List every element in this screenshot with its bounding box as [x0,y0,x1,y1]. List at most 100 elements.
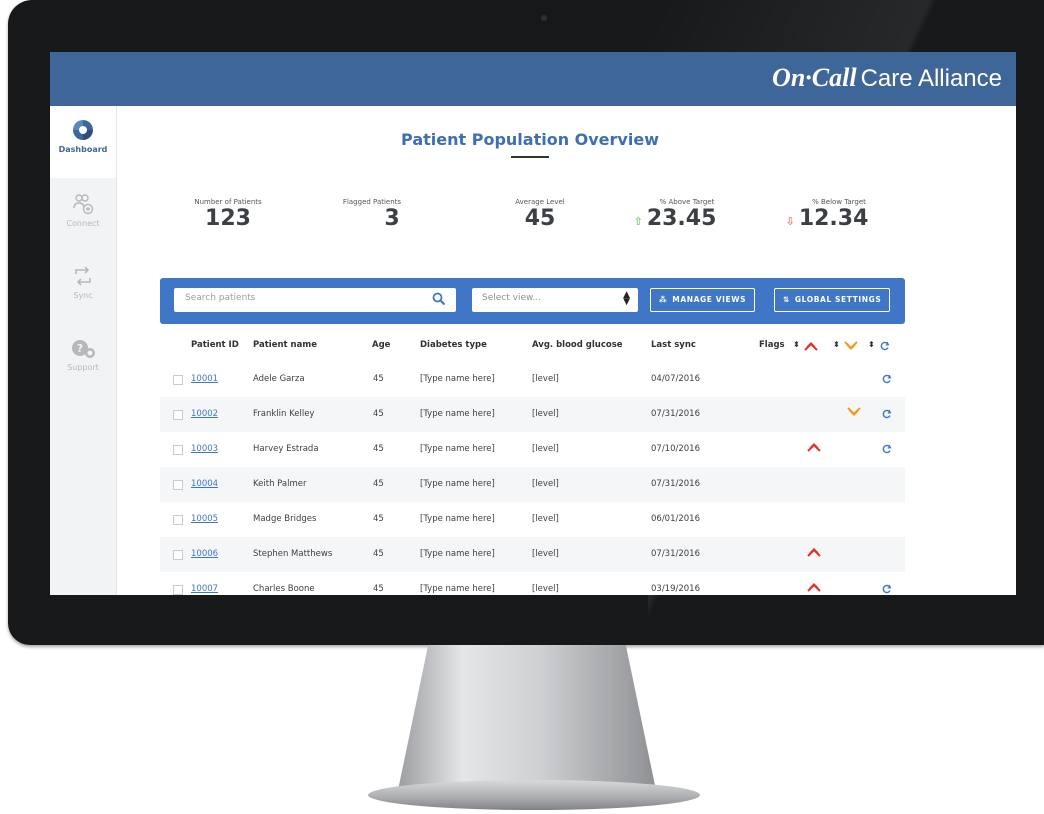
table-row[interactable]: 10007 Charles Boone 45 [Type name here] [lev… [160,572,905,595]
table-row[interactable]: 10001 Adele Garza 45 [Type name here] [level… [160,362,905,397]
monitor-stand [397,645,657,795]
column-header-flags[interactable]: Flags [759,340,785,350]
diabetes-type: [Type name here] [420,584,495,594]
row-checkbox[interactable] [173,515,183,525]
flag-high-icon[interactable] [804,341,818,351]
avg-blood-glucose: [level] [532,374,559,384]
stat-number-of-patients: Number of Patients 123 [178,198,278,232]
patient-id-link[interactable]: 10002 [191,409,218,419]
manage-views-icon: ⁂ [659,295,668,304]
patient-name: Keith Palmer [253,479,307,489]
table-row[interactable]: 10005 Madge Bridges 45 [Type name here] [lev… [160,502,905,537]
arrow-up-icon: ⇧ [633,215,643,228]
column-header-diabetes-type[interactable]: Diabetes type [420,340,487,350]
stat-label: Flagged Patients [342,198,402,206]
column-header-patient-name[interactable]: Patient name [253,340,317,350]
sync-flag-icon [882,409,892,419]
table-row[interactable]: 10002 Franklin Kelley 45 [Type name here] [l… [160,397,905,432]
search-placeholder: Search patients [185,293,256,303]
stat-value: 12.34 [798,206,869,231]
view-select[interactable]: Select view... ▲ ▼ [472,288,638,312]
patient-id-link[interactable]: 10001 [191,374,218,384]
patient-id-link[interactable]: 10005 [191,514,218,524]
patient-age: 45 [373,514,384,524]
diabetes-type: [Type name here] [420,409,495,419]
stat-above-target: % Above Target ⇧ 23.45 [610,198,740,235]
diabetes-type: [Type name here] [420,549,495,559]
table-row[interactable]: 10006 Stephen Matthews 45 [Type name here] [… [160,537,905,572]
sidebar-item-connect[interactable]: Connect [50,192,116,228]
sidebar-item-label: Sync [73,291,93,300]
sort-icon[interactable]: ⬍ [868,340,875,349]
sidebar-item-label: Support [67,363,99,372]
dashboard-icon [73,120,93,140]
patient-name: Charles Boone [253,584,315,594]
stat-label: Average Level [515,198,565,206]
sidebar-item-sync[interactable]: Sync [50,264,116,300]
svg-text:?: ? [77,342,83,355]
stat-label: Number of Patients [194,198,262,206]
stat-below-target: % Below Target ⇩ 12.34 [762,198,892,235]
row-checkbox[interactable] [173,445,183,455]
column-header-age[interactable]: Age [372,340,390,350]
flag-high-icon [807,443,821,452]
top-bar: On·Call Care Alliance [50,52,1016,106]
flag-high-icon [807,583,821,592]
column-header-patient-id[interactable]: Patient ID [191,340,239,350]
stat-value: 23.45 [646,206,717,231]
patient-id-link[interactable]: 10004 [191,479,218,489]
table-row[interactable]: 10003 Harvey Estrada 45 [Type name here] [le… [160,432,905,467]
stat-value-row: ⇩ 12.34 [762,206,892,235]
column-header-avg-blood-glucose[interactable]: Avg. blood glucose [532,340,623,350]
sync-flag-icon [882,444,892,454]
row-checkbox[interactable] [173,550,183,560]
patient-id-link[interactable]: 10007 [191,584,218,594]
avg-blood-glucose: [level] [532,514,559,524]
stat-flagged-patients: Flagged Patients 3 [322,198,422,232]
sort-icon[interactable]: ⬍ [833,340,840,349]
sort-icon[interactable]: ⬍ [793,340,800,349]
app-screen: On·CallCare Alliance Dashboard Connect [50,52,1016,595]
column-header-last-sync[interactable]: Last sync [651,340,696,350]
patient-id-link[interactable]: 10006 [191,549,218,559]
patient-age: 45 [373,479,384,489]
flag-low-icon [847,407,861,416]
patient-age: 45 [373,374,384,384]
global-settings-button[interactable]: ⇅ GLOBAL SETTINGS [774,288,891,312]
sidebar-item-dashboard[interactable]: Dashboard [50,106,116,178]
last-sync: 07/31/2016 [651,549,700,559]
patient-name: Madge Bridges [253,514,317,524]
view-select-placeholder: Select view... [482,293,542,303]
stat-label: % Below Target [812,198,866,206]
patient-name: Stephen Matthews [253,549,333,559]
patient-name: Harvey Estrada [253,444,319,454]
monitor-base [368,780,700,810]
last-sync: 06/01/2016 [651,514,700,524]
patient-name: Adele Garza [253,374,305,384]
manage-views-label: MANAGE VIEWS [672,295,747,304]
row-checkbox[interactable] [173,375,183,385]
avg-blood-glucose: [level] [532,549,559,559]
row-checkbox[interactable] [173,585,183,595]
sidebar-item-support[interactable]: ? Support [50,338,116,372]
manage-views-button[interactable]: ⁂ MANAGE VIEWS [650,288,756,312]
select-caret-icon: ▲ ▼ [623,290,630,307]
stat-label: % Above Target [659,198,715,206]
row-checkbox[interactable] [173,410,183,420]
last-sync: 07/31/2016 [651,479,700,489]
search-input[interactable]: Search patients [174,288,456,312]
stat-average-level: Average Level 45 [490,198,590,232]
camera-icon [541,15,547,21]
table-row[interactable]: 10004 Keith Palmer 45 [Type name here] [leve… [160,467,905,502]
last-sync: 04/07/2016 [651,374,700,384]
stat-value: 3 [384,206,400,231]
row-checkbox[interactable] [173,480,183,490]
sync-flag-icon[interactable] [880,340,890,351]
table-toolbar: Search patients Select view... ▲ ▼ ⁂ MANAG… [160,278,905,324]
patient-age: 45 [373,409,384,419]
avg-blood-glucose: [level] [532,584,559,594]
flag-low-icon[interactable] [844,341,858,351]
search-icon[interactable] [432,292,446,306]
patient-id-link[interactable]: 10003 [191,444,218,454]
last-sync: 07/10/2016 [651,444,700,454]
